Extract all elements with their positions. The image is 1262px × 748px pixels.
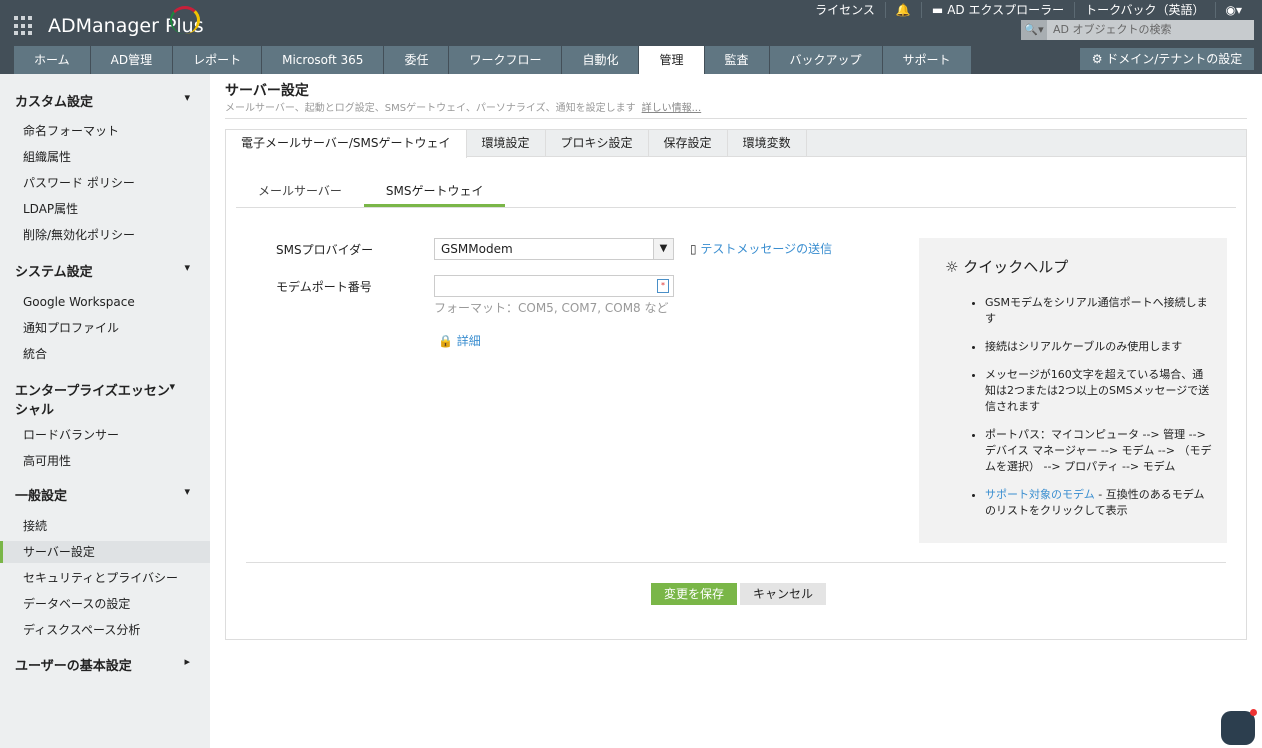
sidebar-section-custom[interactable]: カスタム設定: [15, 91, 200, 110]
save-button[interactable]: 変更を保存: [651, 583, 738, 605]
nav-backup[interactable]: バックアップ: [769, 46, 882, 74]
required-icon: *: [657, 279, 669, 293]
cancel-button[interactable]: キャンセル: [740, 583, 827, 605]
sidebar-item[interactable]: Google Workspace: [0, 291, 210, 313]
sidebar-item-server-settings[interactable]: サーバー設定: [0, 541, 210, 563]
sidebar-item[interactable]: セキュリティとプライバシー: [0, 567, 210, 589]
sidebar: カスタム設定 命名フォーマット 組織属性 パスワード ポリシー LDAP属性 削…: [0, 74, 210, 748]
user-avatar-icon[interactable]: ◉▾: [1216, 2, 1253, 18]
page-subtitle: メールサーバー、起動とログ設定、SMSゲートウェイ、パーソナライズ、通知を設定し…: [225, 103, 702, 114]
test-message-link[interactable]: ▯ テストメッセージの送信: [690, 240, 832, 257]
sidebar-item[interactable]: ロードバランサー: [0, 424, 210, 446]
app-grid-icon[interactable]: [14, 16, 34, 36]
port-label: モデムポート番号: [276, 280, 372, 294]
divider: [225, 118, 1247, 119]
sidebar-item[interactable]: LDAP属性: [0, 198, 210, 220]
sidebar-item[interactable]: ディスクスペース分析: [0, 619, 210, 641]
domain-settings-button[interactable]: ⚙ ドメイン/テナントの設定: [1080, 48, 1254, 70]
main-nav: ホーム AD管理 レポート Microsoft 365 委任 ワークフロー 自動…: [14, 46, 972, 74]
sidebar-section-user-prefs[interactable]: ユーザーの基本設定: [15, 655, 200, 674]
sidebar-item[interactable]: 通知プロファイル: [0, 317, 210, 339]
search-input[interactable]: AD オブジェクトの検索: [1047, 20, 1172, 40]
tab-proxy[interactable]: プロキシ設定: [546, 130, 649, 156]
settings-panel: 電子メールサーバー/SMSゲートウェイ 環境設定 プロキシ設定 保存設定 環境変…: [225, 129, 1247, 640]
nav-microsoft365[interactable]: Microsoft 365: [262, 46, 384, 74]
logo-arc-icon: [170, 6, 200, 34]
chat-assistant-icon[interactable]: [1221, 709, 1257, 745]
help-item: ポートパス：マイコンピュータ --> 管理 --> デバイス マネージャー --…: [985, 427, 1213, 475]
sidebar-section-general[interactable]: 一般設定: [15, 485, 200, 504]
sidebar-item[interactable]: 命名フォーマット: [0, 120, 210, 142]
port-hint: フォーマット：COM5, COM7, COM8 など: [434, 301, 669, 315]
nav-ad-management[interactable]: AD管理: [90, 46, 173, 74]
nav-support[interactable]: サポート: [882, 46, 971, 74]
lock-icon: 🔒: [438, 334, 453, 348]
top-bar: ADManager Plus ライセンス 🔔 ▬ AD エクスプローラー トークバ…: [0, 0, 1262, 74]
phone-icon: ▯: [690, 242, 701, 256]
gear-icon: ⚙: [1091, 52, 1107, 66]
help-item: 接続はシリアルケーブルのみ使用します: [985, 339, 1213, 355]
talkback-link[interactable]: トークバック（英語）: [1075, 2, 1216, 18]
subtab-sms-gateway[interactable]: SMSゲートウェイ: [363, 178, 506, 207]
supported-modems-link[interactable]: サポート対象のモデム: [985, 488, 1095, 501]
tab-storage[interactable]: 保存設定: [649, 130, 728, 156]
quick-help: ☼ クイックヘルプ GSMモデムをシリアル通信ポートへ接続します 接続はシリアル…: [919, 238, 1227, 543]
modem-port-input[interactable]: *: [434, 275, 674, 297]
nav-reports[interactable]: レポート: [173, 46, 262, 74]
search-icon[interactable]: 🔍▾: [1021, 20, 1047, 40]
advanced-link[interactable]: 🔒 詳細: [438, 332, 481, 349]
nav-delegation[interactable]: 委任: [384, 46, 449, 74]
sidebar-item[interactable]: 統合: [0, 343, 210, 365]
nav-home[interactable]: ホーム: [14, 46, 90, 74]
chevron-down-icon[interactable]: ▼: [653, 239, 673, 259]
nav-audit[interactable]: 監査: [704, 46, 769, 74]
sidebar-item[interactable]: 組織属性: [0, 146, 210, 168]
sidebar-item[interactable]: 高可用性: [0, 450, 210, 472]
lightbulb-icon: ☼: [945, 258, 964, 276]
license-link[interactable]: ライセンス: [805, 2, 886, 18]
more-info-link[interactable]: 詳しい情報...: [642, 103, 702, 114]
nav-admin[interactable]: 管理: [639, 46, 704, 74]
sidebar-item[interactable]: データベースの設定: [0, 593, 210, 615]
ad-object-search[interactable]: 🔍▾ AD オブジェクトの検索: [1021, 20, 1254, 40]
ad-explorer-link[interactable]: ▬ AD エクスプローラー: [922, 2, 1076, 18]
nav-automation[interactable]: 自動化: [562, 46, 639, 74]
help-item: GSMモデムをシリアル通信ポートへ接続します: [985, 295, 1213, 327]
sms-provider-select[interactable]: GSMModem ▼: [434, 238, 674, 260]
sidebar-section-enterprise[interactable]: エンタープライズエッセンシャル: [15, 380, 185, 418]
sidebar-item[interactable]: 削除/無効化ポリシー: [0, 224, 210, 246]
folder-icon: ▬: [931, 3, 944, 17]
tab-env-vars[interactable]: 環境変数: [728, 130, 807, 156]
provider-label: SMSプロバイダー: [276, 243, 374, 257]
sidebar-item[interactable]: 接続: [0, 515, 210, 537]
page-title: サーバー設定: [225, 83, 309, 99]
subtab-mail-server[interactable]: メールサーバー: [236, 178, 364, 207]
help-item: メッセージが160文字を超えている場合、通知は2つまたは2つ以上のSMSメッセー…: [985, 367, 1213, 415]
help-item: サポート対象のモデム - 互換性のあるモデムのリストをクリックして表示: [985, 487, 1213, 519]
sidebar-item[interactable]: パスワード ポリシー: [0, 172, 210, 194]
divider: [246, 562, 1226, 563]
sidebar-section-system[interactable]: システム設定: [15, 261, 200, 280]
bell-icon[interactable]: 🔔: [886, 2, 922, 18]
nav-workflow[interactable]: ワークフロー: [449, 46, 562, 74]
tab-preferences[interactable]: 環境設定: [467, 130, 546, 156]
tab-email-sms[interactable]: 電子メールサーバー/SMSゲートウェイ: [226, 130, 467, 158]
